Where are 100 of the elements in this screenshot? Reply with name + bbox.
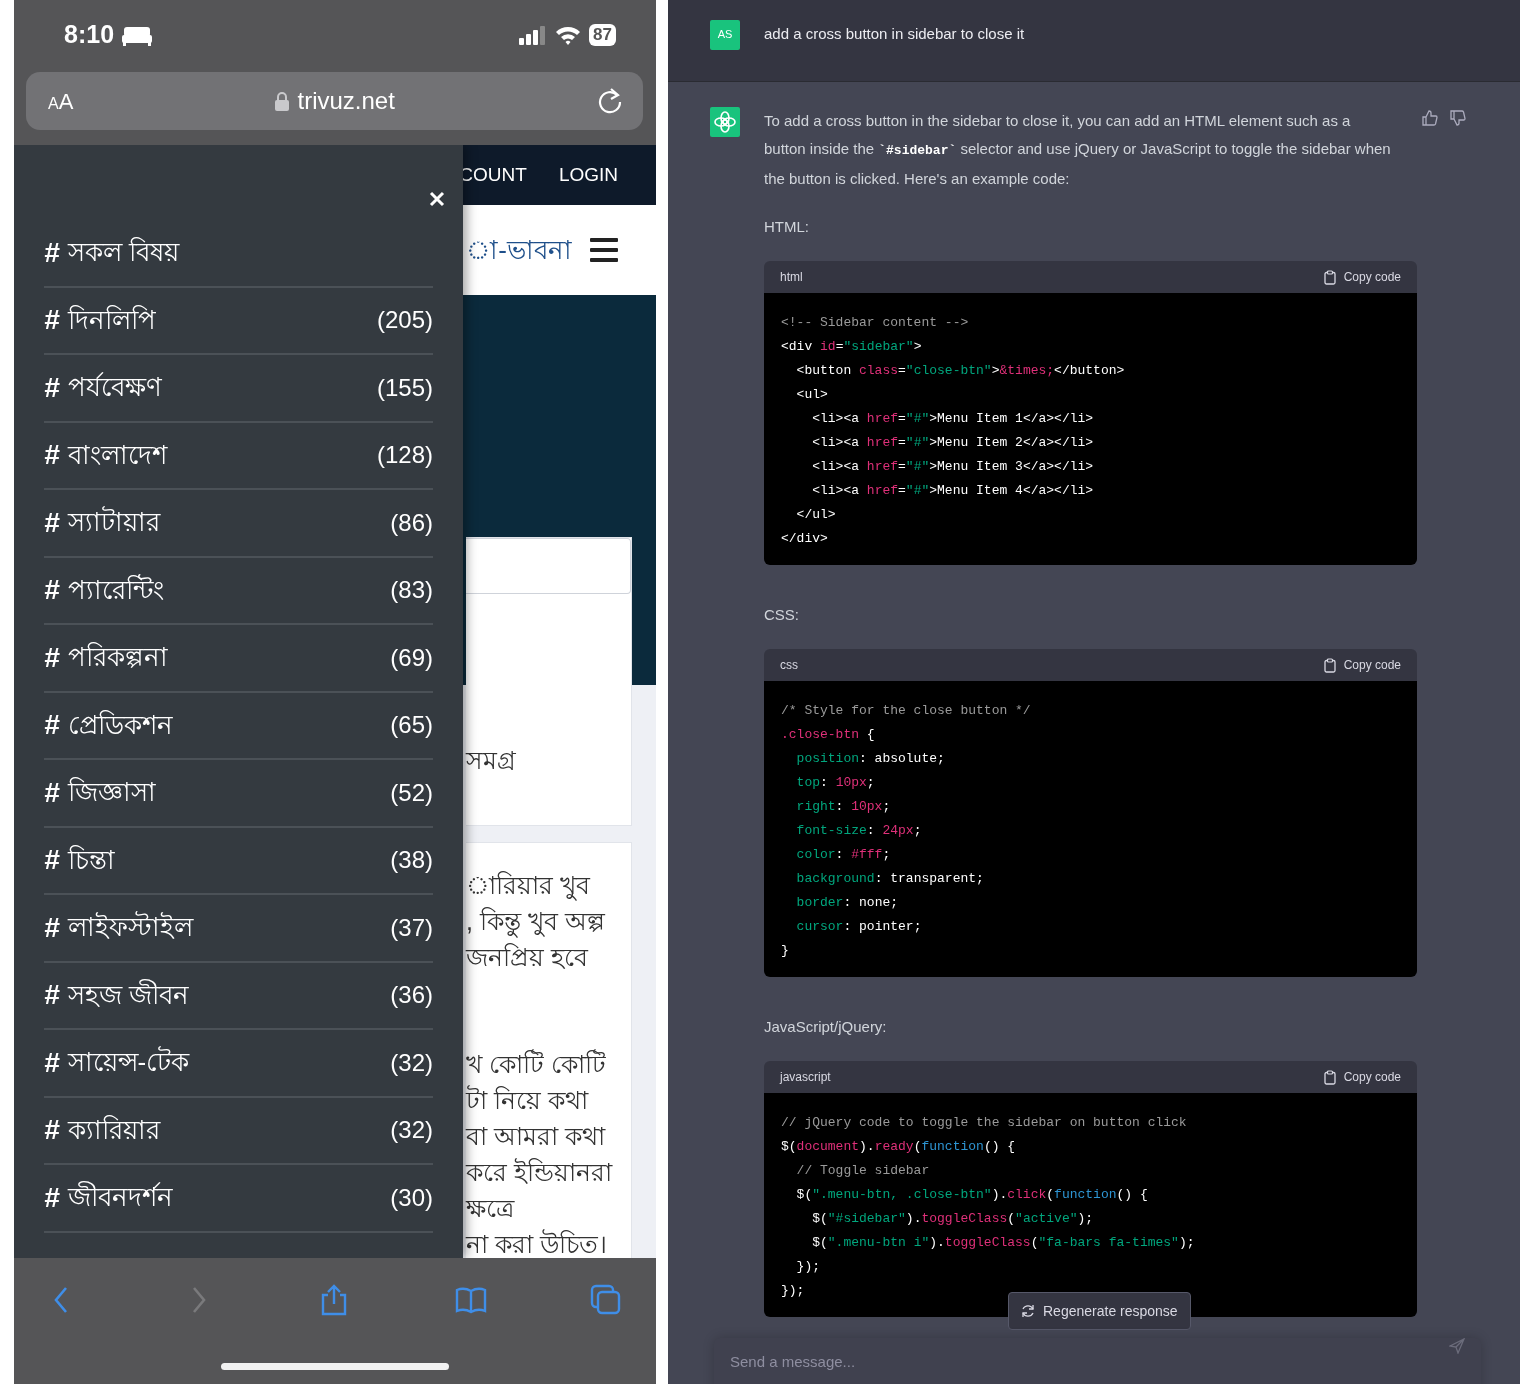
article-text: ক্ষত্রে <box>466 1193 516 1224</box>
sidebar-item[interactable]: # ক্যারিয়ার (32) <box>44 1097 433 1165</box>
hash-text: # <box>44 370 60 405</box>
code-line: <li><a href="#">Menu Item 2</a></li> <box>811 434 1095 452</box>
code-line: // Toggle sidebar <box>795 1162 931 1180</box>
category-label: দিনলিপি <box>67 303 156 337</box>
category-label: সায়েন্স-টেক <box>67 1045 190 1080</box>
text-size-button[interactable]: AA <box>48 84 74 118</box>
category-label: স্যাটায়ার <box>67 505 160 540</box>
category-count: (30) <box>390 1182 433 1213</box>
code-line: }); <box>795 1258 821 1276</box>
sidebar-item[interactable]: # প্যারেন্টিং (83) <box>44 557 433 625</box>
category-label: সহজ জীবন <box>67 978 189 1012</box>
menu-icon[interactable] <box>590 238 618 262</box>
code-line: <div id="sidebar"> <box>781 338 923 356</box>
code-line: </ul> <box>795 506 837 524</box>
hash-text: # <box>44 640 60 675</box>
search-field[interactable] <box>466 538 631 594</box>
category-count: (38) <box>390 845 433 876</box>
logo-icon <box>710 107 740 137</box>
article-text: করে ইন্ডিয়ানরা <box>466 1157 614 1188</box>
user-avatar: AS <box>710 19 740 50</box>
clipboard-icon <box>1323 657 1336 673</box>
article-text: ারিয়ার খুব <box>466 870 592 903</box>
code-line: $(document).ready(function() { <box>781 1138 1017 1156</box>
copy-code-button[interactable]: Copy code <box>1323 1068 1401 1086</box>
hash-text: # <box>44 235 60 270</box>
category-label: জিজ্ঞাসা <box>67 776 156 810</box>
category-count: (36) <box>390 980 433 1011</box>
hash-text: # <box>44 708 60 743</box>
sidebar-item[interactable]: # জিজ্ঞাসা (52) <box>44 760 433 828</box>
code-line: </div> <box>781 530 829 548</box>
article-text: টা নিয়ে কথা <box>466 1084 590 1116</box>
hash-text: # <box>44 1180 60 1215</box>
regenerate-button[interactable]: Regenerate response <box>1008 1292 1191 1330</box>
code-line: border: none; <box>795 894 900 912</box>
address-bar[interactable]: AA trivuz.net <box>26 72 643 130</box>
code-line: font-size: 24px; <box>795 822 923 840</box>
lock-icon <box>275 91 290 111</box>
code-line: <ul> <box>795 386 829 404</box>
copy-code-button[interactable]: Copy code <box>1323 656 1401 674</box>
sidebar-item[interactable]: # সকল বিষয় <box>44 220 433 288</box>
article-text: খ কোটি কোটি <box>466 1048 607 1080</box>
sidebar-item[interactable]: # সায়েন্স-টেক (32) <box>44 1030 433 1098</box>
sidebar-item[interactable]: # স্যাটায়ার (86) <box>44 490 433 558</box>
article-text: জনপ্রিয় হবে <box>466 942 590 973</box>
wifi-icon <box>555 25 582 45</box>
reload-icon[interactable] <box>597 88 623 114</box>
category-label: বাংলাদেশ <box>67 438 167 472</box>
hash-text: # <box>44 438 60 473</box>
sidebar-item[interactable]: # সহজ জীবন (36) <box>44 962 433 1030</box>
sidebar-item[interactable]: # লাইফস্টাইল (37) <box>44 895 433 963</box>
tabs-icon[interactable] <box>590 1284 622 1316</box>
sidebar-item[interactable]: # চিন্তা (38) <box>44 827 433 895</box>
sidebar-item[interactable]: # দিনলিপি (205) <box>44 287 433 355</box>
hash-text: # <box>44 843 60 878</box>
category-count: (205) <box>376 305 433 336</box>
code-line: cursor: pointer; <box>795 918 923 936</box>
clipboard-icon <box>1323 269 1336 285</box>
refresh-icon <box>1021 1304 1035 1318</box>
close-icon[interactable] <box>429 190 445 207</box>
code-language: html <box>780 269 803 286</box>
section-label: CSS: <box>764 605 800 625</box>
code-line: <li><a href="#">Menu Item 1</a></li> <box>811 410 1095 428</box>
site-title: া-ভাবনা <box>466 233 572 267</box>
section-label: JavaScript/jQuery: <box>764 1017 888 1037</box>
bed-icon <box>122 24 153 46</box>
code-line: right: 10px; <box>795 798 892 816</box>
code-language: css <box>780 657 798 674</box>
code-language: javascript <box>780 1069 831 1086</box>
code-line: } <box>781 942 790 960</box>
hash-text: # <box>44 573 60 608</box>
sidebar-item[interactable]: # পর্যবেক্ষণ (155) <box>44 355 433 423</box>
code-line: .close-btn { <box>781 726 876 744</box>
category-label: প্রেডিকশন <box>67 708 173 742</box>
thumbs-down-icon[interactable] <box>1450 110 1466 126</box>
send-icon[interactable] <box>1449 1338 1465 1354</box>
category-count: (83) <box>390 575 433 606</box>
category-label: জীবনদর্শন <box>67 1180 173 1215</box>
hash-text: # <box>44 978 60 1013</box>
category-label: পরিকল্পনা <box>67 641 168 675</box>
code-line: <li><a href="#">Menu Item 4</a></li> <box>811 482 1095 500</box>
answer-text: To add a cross button in the sidebar to close it, you can add an HTML element such as a button inside the `#sidebar` selector and use jQuery or JavaScript to toggle the sidebar when the button is clicked. Here's an example code: <box>764 111 1392 189</box>
sidebar-item[interactable]: # বাংলাদেশ (128) <box>44 422 433 490</box>
category-label: লাইফস্টাইল <box>67 910 193 945</box>
thumbs-up-icon[interactable] <box>1422 110 1438 126</box>
sidebar-item[interactable]: # প্রেডিকশন (65) <box>44 692 433 760</box>
nav-link[interactable]: LOGIN <box>558 160 618 190</box>
article-text: , কিন্তু খুব অল্প <box>466 903 631 939</box>
user-message: add a cross button in sidebar to close it <box>764 24 1025 45</box>
category-count: (32) <box>390 1115 433 1146</box>
category-count: (32) <box>390 1047 433 1078</box>
article-text: সমগ্র <box>466 745 517 776</box>
hash-text: # <box>44 505 60 540</box>
copy-code-button[interactable]: Copy code <box>1323 268 1401 286</box>
signal-icon <box>519 25 548 45</box>
category-count: (69) <box>390 642 433 673</box>
sidebar-item[interactable]: # পরিকল্পনা (69) <box>44 625 433 693</box>
code-line: $("#sidebar").toggleClass("active"); <box>811 1210 1095 1228</box>
sidebar-item[interactable]: # জীবনদর্শন (30) <box>44 1165 433 1233</box>
